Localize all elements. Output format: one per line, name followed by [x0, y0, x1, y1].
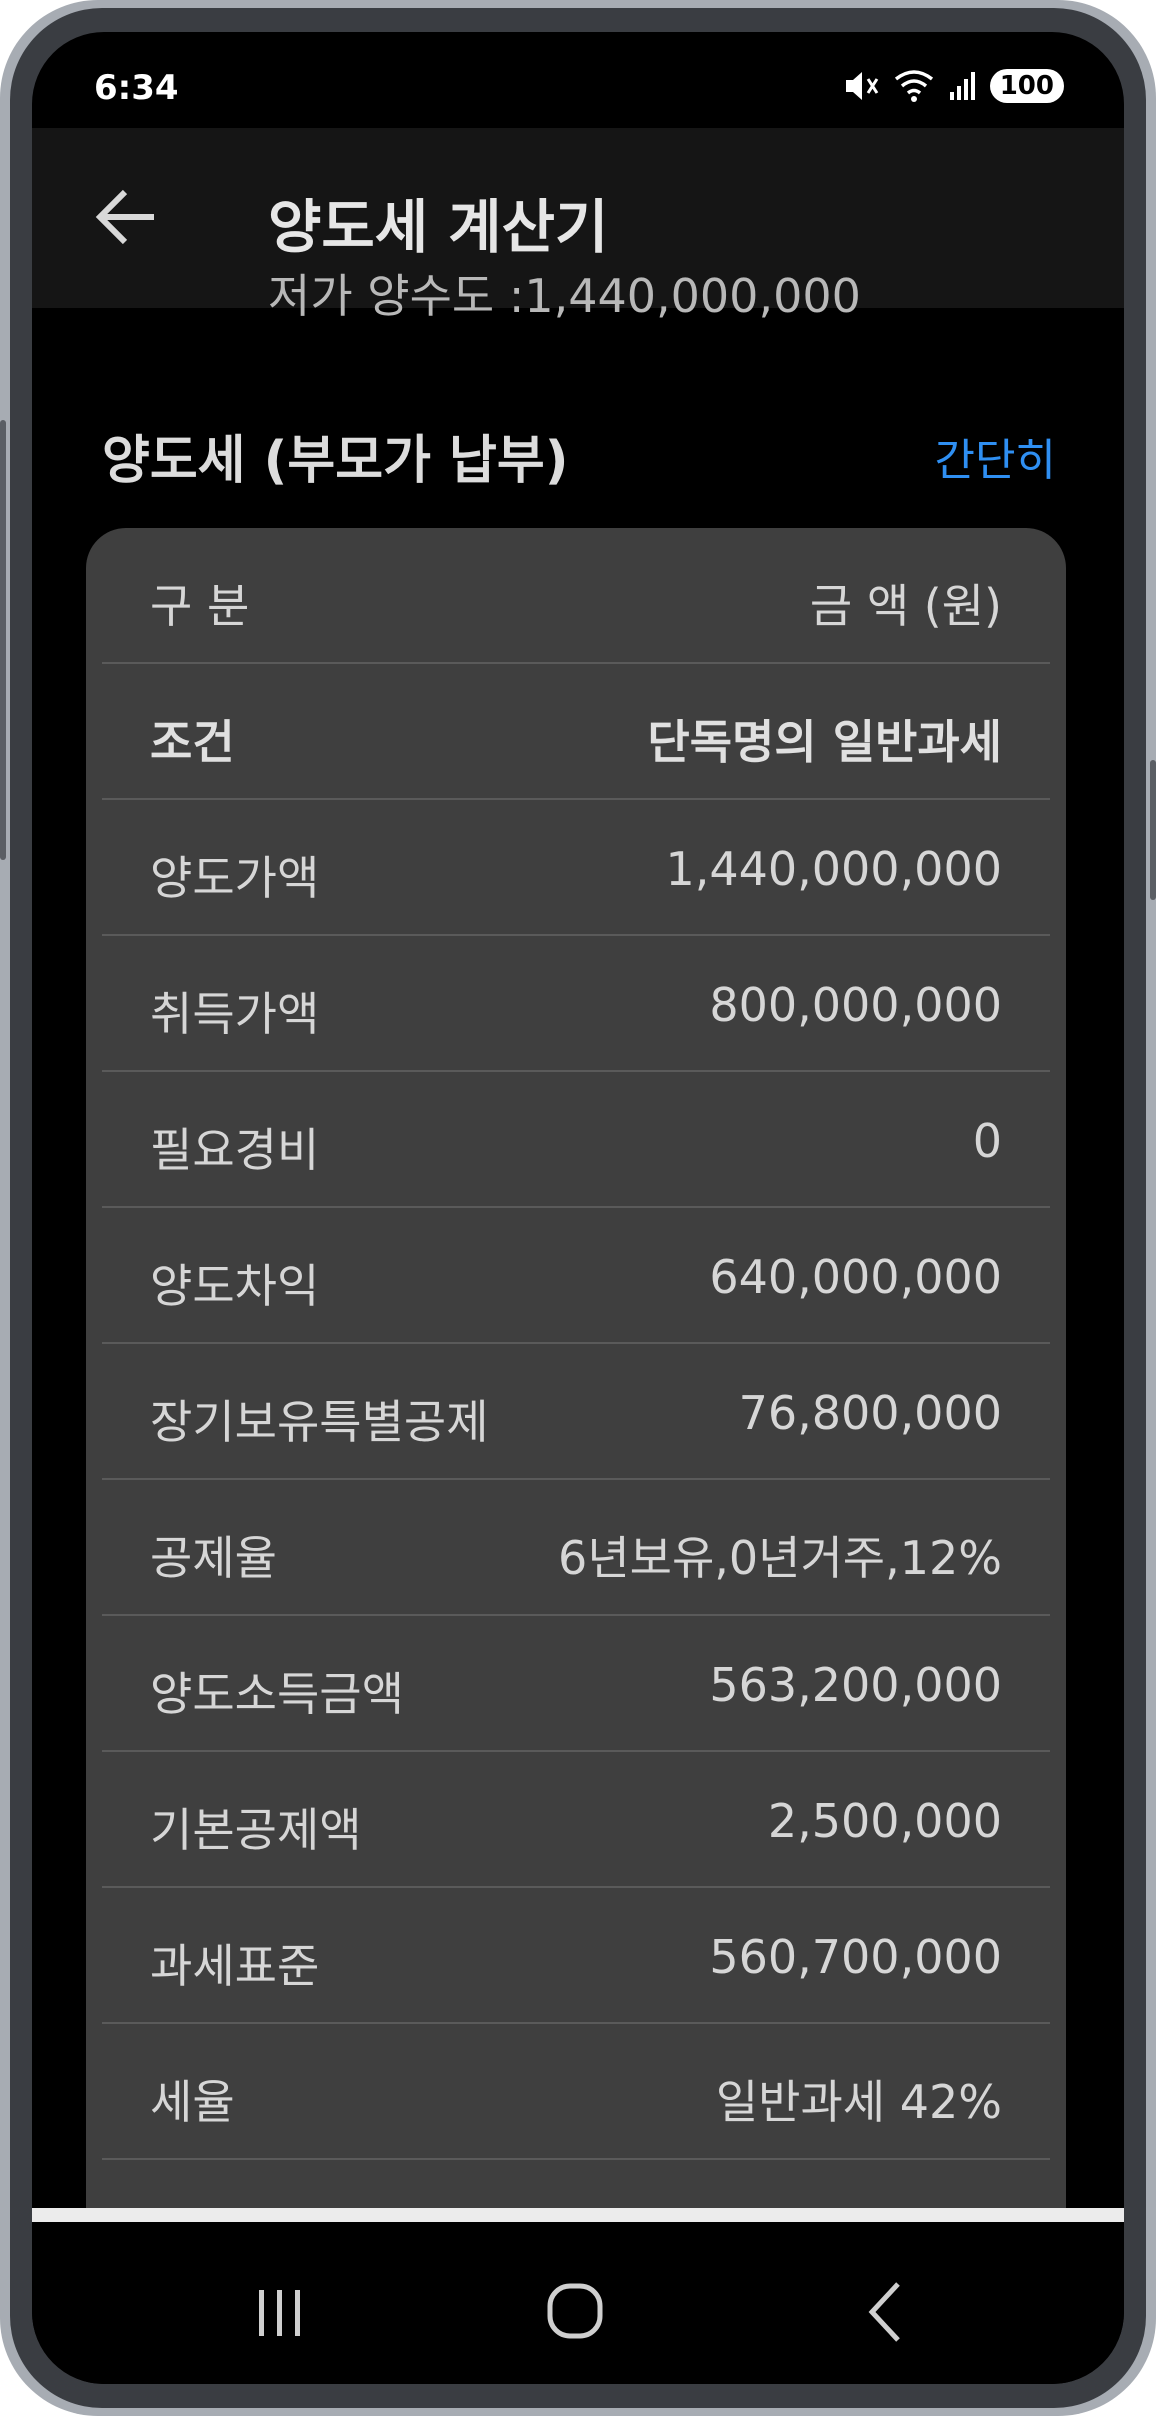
- row-value: 0: [972, 1114, 1002, 1168]
- phone-screen: 6:34 100 양도세 계산기 저가 양수도:1,440,000,000 양…: [32, 32, 1124, 2384]
- power-button: [1150, 760, 1156, 900]
- table-header-row: 구 분 금 액 (원): [102, 528, 1050, 664]
- simple-view-button[interactable]: 간단히: [935, 424, 1056, 488]
- table-row: 양도소득금액 563,200,000: [102, 1616, 1050, 1752]
- table-row: 양도가액 1,440,000,000: [102, 800, 1050, 936]
- table-row: 과세표준 560,700,000: [102, 1888, 1050, 2024]
- header-value: 금 액 (원): [809, 579, 1002, 633]
- table-row: 장기보유특별공제 76,800,000: [102, 1344, 1050, 1480]
- row-label: 공제율: [150, 1531, 277, 1585]
- row-value: 단독명의 일반과세: [647, 715, 1002, 769]
- row-value: 2,500,000: [767, 1794, 1002, 1848]
- row-label: 기본공제액: [150, 1803, 362, 1857]
- recent-apps-icon[interactable]: [234, 2268, 324, 2358]
- row-value: 76,800,000: [738, 1386, 1002, 1440]
- row-label: 양도소득금액: [150, 1667, 404, 1721]
- table-row: 취득가액 800,000,000: [102, 936, 1050, 1072]
- row-label: 양도가액: [150, 851, 320, 905]
- row-label: 세율: [150, 2075, 235, 2129]
- row-label: 취득가액: [150, 987, 320, 1041]
- status-bar: 6:34 100: [32, 32, 1124, 128]
- back-nav-icon[interactable]: [842, 2268, 932, 2358]
- page-subtitle: 저가 양수도 :1,440,000,000: [268, 269, 861, 323]
- row-label: 과세표준: [150, 1939, 320, 1993]
- row-value: 일반과세 42%: [715, 2075, 1002, 2129]
- table-row: 양도차익 640,000,000: [102, 1208, 1050, 1344]
- section-title: 양도세 (부모가 납부): [102, 431, 569, 491]
- row-label: 조건: [150, 715, 235, 769]
- row-label: 양도차익: [150, 1259, 320, 1313]
- volume-button: [0, 420, 6, 860]
- home-icon[interactable]: [532, 2268, 622, 2358]
- row-value: 563,200,000: [709, 1658, 1002, 1712]
- nav-divider: [32, 2208, 1124, 2222]
- status-icons: 100: [842, 62, 1064, 110]
- page-title: 양도세 계산기: [268, 193, 609, 261]
- row-value: 640,000,000: [709, 1250, 1002, 1304]
- row-value: 800,000,000: [709, 978, 1002, 1032]
- signal-icon: [949, 72, 975, 100]
- wifi-icon: [894, 70, 933, 102]
- status-time: 6:34: [94, 68, 179, 108]
- row-value: 1,440,000,000: [665, 842, 1002, 896]
- header-label: 구 분: [150, 579, 250, 633]
- back-arrow-icon[interactable]: [92, 182, 162, 252]
- row-label: 필요경비: [150, 1123, 320, 1177]
- table-row: 기본공제액 2,500,000: [102, 1752, 1050, 1888]
- battery-indicator: 100: [989, 69, 1064, 103]
- table-row: 필요경비 0: [102, 1072, 1050, 1208]
- row-value: 6년보유,0년거주,12%: [558, 1531, 1002, 1585]
- tax-table-card: 구 분 금 액 (원) 조건 단독명의 일반과세 양도가액 1,440,000,…: [86, 528, 1066, 2308]
- row-value: 560,700,000: [709, 1930, 1002, 1984]
- mute-icon: [845, 72, 878, 100]
- table-row: 조건 단독명의 일반과세: [102, 664, 1050, 800]
- app-bar: 양도세 계산기 저가 양수도 :1,440,000,000: [32, 128, 1124, 323]
- row-label: 장기보유특별공제: [150, 1395, 489, 1449]
- table-row: 세율 일반과세 42%: [102, 2024, 1050, 2160]
- table-row: 공제율 6년보유,0년거주,12%: [102, 1480, 1050, 1616]
